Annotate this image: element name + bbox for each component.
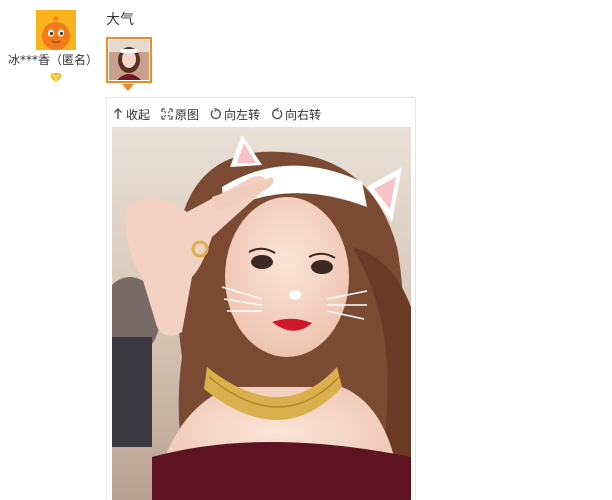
collapse-label: 收起 — [126, 107, 151, 122]
rotate-right-label: 向右转 — [285, 107, 322, 122]
selfie-photo — [112, 127, 411, 500]
photo-viewer: 收起 原图 向左转 向右转 — [106, 97, 416, 500]
diamond-vip-icon — [50, 73, 62, 83]
review-photo-large[interactable] — [112, 127, 411, 500]
photo-toolbar: 收起 原图 向左转 向右转 — [112, 105, 332, 123]
fullsize-label: 原图 — [175, 107, 200, 122]
fullsize-button[interactable]: 原图 — [161, 106, 199, 123]
mascot-avatar-icon — [36, 10, 76, 50]
review-text: 大气 — [106, 12, 134, 28]
reviewer-avatar[interactable] — [36, 10, 76, 50]
fullsize-icon — [161, 108, 173, 120]
thumbnail-image — [109, 40, 149, 80]
rotate-left-button[interactable]: 向左转 — [210, 106, 260, 123]
review-photo-thumbnail[interactable] — [106, 37, 152, 83]
rotate-right-icon — [272, 108, 283, 120]
rotate-right-button[interactable]: 向右转 — [271, 106, 321, 123]
thumbnail-pointer — [122, 84, 134, 91]
rotate-left-label: 向左转 — [224, 107, 261, 122]
rotate-left-icon — [210, 108, 222, 120]
reviewer-name: 冰***香（匿名） — [8, 53, 99, 67]
collapse-icon — [114, 108, 122, 119]
collapse-button[interactable]: 收起 — [112, 106, 150, 123]
